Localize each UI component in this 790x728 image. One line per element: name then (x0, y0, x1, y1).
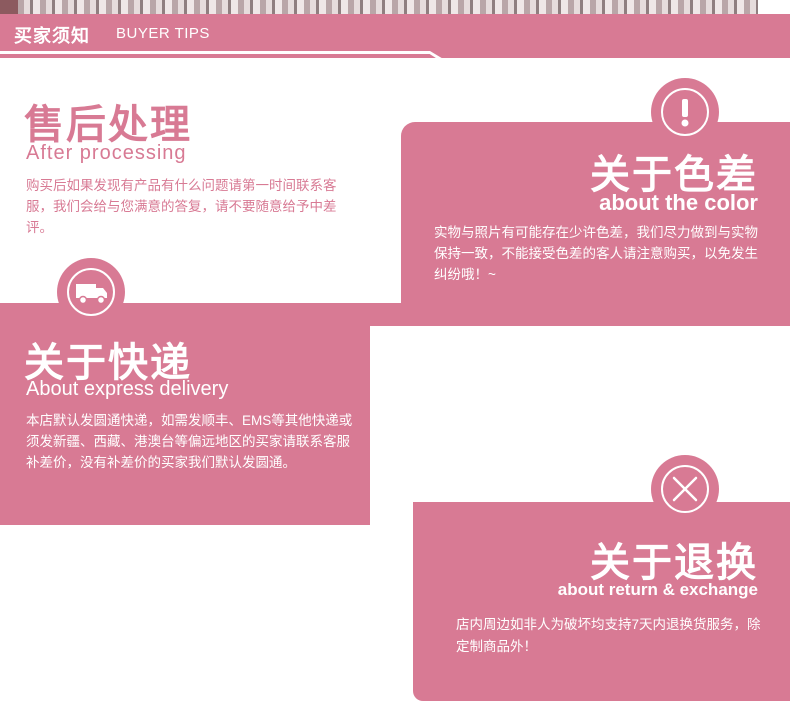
express-icon-badge (57, 258, 125, 326)
exclamation-glyph (681, 99, 689, 127)
product-image-edge (18, 0, 758, 14)
header-divider-slant (425, 51, 445, 60)
return-icon-badge (651, 455, 719, 523)
image-corner (0, 0, 18, 14)
header-title-en: BUYER TIPS (116, 25, 210, 42)
express-title-en: About express delivery (26, 378, 229, 400)
return-text: 店内周边如非人为破坏均支持7天内退换货服务，除定制商品外！ (456, 617, 761, 654)
express-text: 本店默认发圆通快递，如需发顺丰、EMS等其他快递或须发新疆、西藏、港澳台等偏远地… (26, 413, 353, 470)
color-title-en: about the color (599, 190, 758, 215)
color-text: 实物与照片有可能存在少许色差，我们尽力做到与实物保持一致，不能接受色差的客人请注… (434, 225, 758, 282)
cross-icon (661, 465, 709, 513)
top-image-strip (0, 0, 790, 14)
express-panel-extension (370, 303, 790, 326)
exclamation-icon (661, 88, 709, 136)
header-title-cn: 买家须知 (14, 26, 90, 46)
color-icon-badge (651, 78, 719, 146)
cross-glyph (672, 476, 698, 502)
truck-glyph (76, 284, 107, 305)
header-divider-line (0, 51, 430, 54)
return-title-en: about return & exchange (557, 580, 758, 599)
truck-icon (67, 268, 115, 316)
after-processing-title-en: After processing (26, 142, 187, 164)
after-processing-text: 购买后如果发现有产品有什么问题请第一时间联系客服，我们会给与您满意的答复，请不要… (26, 178, 337, 235)
